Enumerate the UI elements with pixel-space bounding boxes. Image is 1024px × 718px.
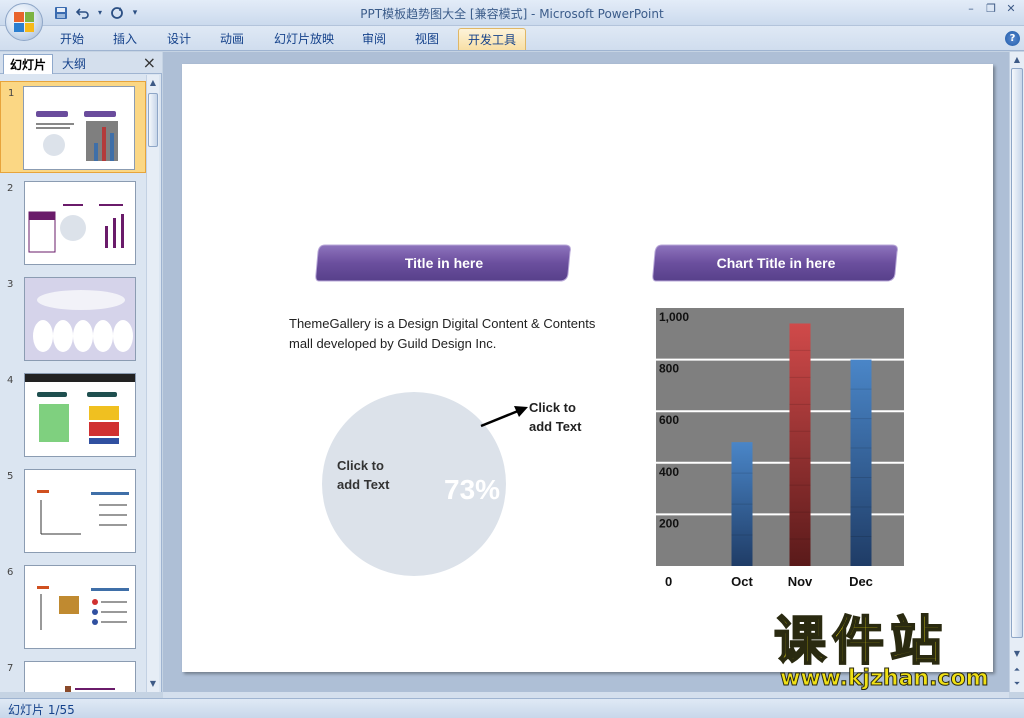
- pie-inner-line1: Click to: [337, 458, 384, 473]
- slide-number: 3: [7, 279, 14, 290]
- thumbnail-image: [24, 277, 136, 361]
- close-icon[interactable]: ×: [143, 54, 156, 72]
- next-slide-icon[interactable]: ⏷: [1011, 678, 1023, 690]
- pie-percent-label: 73%: [444, 474, 501, 505]
- bar-dec[interactable]: [850, 359, 872, 566]
- scroll-up-icon[interactable]: ▲: [1011, 54, 1023, 66]
- tab-design[interactable]: 设计: [158, 28, 200, 50]
- scroll-up-icon[interactable]: ▲: [147, 77, 159, 89]
- tab-review[interactable]: 审阅: [353, 28, 395, 50]
- scroll-down-icon[interactable]: ▼: [147, 678, 159, 690]
- status-bar: 幻灯片 1/55: [0, 698, 1024, 718]
- previous-slide-icon[interactable]: ⏶: [1011, 664, 1023, 676]
- slide-thumbnail-3[interactable]: 3: [0, 273, 146, 365]
- chart-title-text: Chart Title in here: [716, 255, 836, 271]
- tab-insert[interactable]: 插入: [104, 28, 146, 50]
- scroll-down-icon[interactable]: ▼: [1011, 648, 1023, 660]
- tab-view[interactable]: 视图: [406, 28, 448, 50]
- tab-home[interactable]: 开始: [52, 28, 92, 50]
- ribbon-tabs: 开始 插入 设计 动画 幻灯片放映 审阅 视图 开发工具 ?: [0, 26, 1024, 51]
- thumbnail-image: [24, 373, 136, 457]
- tab-developer[interactable]: 开发工具: [458, 28, 526, 50]
- watermark-url: www.kjzhan.com: [780, 666, 990, 692]
- slides-pane: 幻灯片 大纲 × 1 2 3 4 5 6 7 ▲ ▼: [0, 52, 162, 692]
- slide-thumbnail-2[interactable]: 2: [0, 177, 146, 269]
- y-tick-label: 800: [659, 362, 679, 376]
- thumbnail-image: [24, 565, 136, 649]
- scrollbar-thumb[interactable]: [148, 93, 158, 147]
- scrollbar-thumb[interactable]: [1011, 68, 1023, 638]
- pie-inner-line2: add Text: [337, 477, 390, 492]
- slide-number: 1: [8, 88, 15, 99]
- y-tick-label: 200: [659, 516, 679, 530]
- slide-number: 4: [7, 375, 14, 386]
- tab-outline[interactable]: 大纲: [56, 54, 92, 74]
- slide-thumbnail-5[interactable]: 5: [0, 465, 146, 557]
- slide-thumbnail-1[interactable]: 1: [0, 81, 146, 173]
- x-tick-label: Oct: [731, 574, 753, 589]
- x-tick-label: Dec: [849, 574, 873, 589]
- slide-canvas[interactable]: Title in here Chart Title in here ThemeG…: [182, 64, 993, 672]
- left-title-text: Title in here: [404, 255, 484, 271]
- office-button[interactable]: [5, 3, 43, 41]
- bar-chart[interactable]: 1,000 800 600 400 200 0 Oct Nov Dec: [647, 304, 917, 594]
- tab-slideshow[interactable]: 幻灯片放映: [266, 28, 342, 50]
- watermark-logo: 课件站: [773, 612, 949, 672]
- window-title: PPT模板趋势图大全 [兼容模式] - Microsoft PowerPoint: [360, 7, 664, 21]
- thumbnail-image: [23, 86, 135, 170]
- main-scrollbar[interactable]: ▲ ▼ ⏶ ⏷: [1009, 52, 1024, 692]
- restore-icon[interactable]: ❐: [984, 2, 998, 16]
- slide-number: 2: [7, 183, 14, 194]
- thumbnail-image: [24, 181, 136, 265]
- y-tick-label: 1,000: [659, 310, 689, 324]
- thumbnail-list: 1 2 3 4 5 6 7: [0, 75, 146, 692]
- pane-tabs: 幻灯片 大纲 ×: [0, 52, 162, 74]
- title-bar: ▾ ▾ PPT模板趋势图大全 [兼容模式] - Microsoft PowerP…: [0, 0, 1024, 41]
- tab-animation[interactable]: 动画: [211, 28, 253, 50]
- slide-thumbnail-7[interactable]: 7: [0, 657, 146, 692]
- minimize-icon[interactable]: –: [964, 2, 978, 16]
- chart-x-axis: 0 Oct Nov Dec: [665, 574, 873, 589]
- arrow-icon[interactable]: [478, 399, 534, 429]
- slide-editor: Title in here Chart Title in here ThemeG…: [163, 52, 1009, 692]
- thumbnail-image: [24, 469, 136, 553]
- thumbnail-image: [24, 661, 136, 692]
- left-title-banner[interactable]: Title in here: [315, 244, 573, 282]
- slide-number: 5: [7, 471, 14, 482]
- close-icon[interactable]: ✕: [1004, 2, 1018, 16]
- slide-number: 6: [7, 567, 14, 578]
- watermark: 课件站 www.kjzhan.com: [773, 612, 1006, 696]
- office-logo-icon: [14, 12, 34, 32]
- bar-nov[interactable]: [789, 323, 811, 566]
- body-text[interactable]: ThemeGallery is a Design Digital Content…: [289, 314, 599, 354]
- callout-line1: Click to: [529, 400, 576, 415]
- pie-inner-text[interactable]: Click to add Text: [337, 456, 390, 494]
- y-tick-label: 400: [659, 465, 679, 479]
- y-tick-label: 600: [659, 413, 679, 427]
- help-icon[interactable]: ?: [1005, 31, 1020, 46]
- window-controls: – ❐ ✕: [964, 2, 1018, 16]
- x-tick-label: Nov: [788, 574, 813, 589]
- callout-text[interactable]: Click to add Text: [529, 398, 582, 436]
- x-zero-label: 0: [665, 574, 672, 589]
- slide-thumbnail-6[interactable]: 6: [0, 561, 146, 653]
- chart-title-banner[interactable]: Chart Title in here: [652, 244, 900, 282]
- slide-number: 7: [7, 663, 14, 674]
- slide-counter: 幻灯片 1/55: [8, 703, 75, 717]
- tab-slides[interactable]: 幻灯片: [3, 54, 54, 74]
- pane-scrollbar[interactable]: ▲ ▼: [146, 75, 159, 692]
- callout-line2: add Text: [529, 419, 582, 434]
- slide-thumbnail-4[interactable]: 4: [0, 369, 146, 461]
